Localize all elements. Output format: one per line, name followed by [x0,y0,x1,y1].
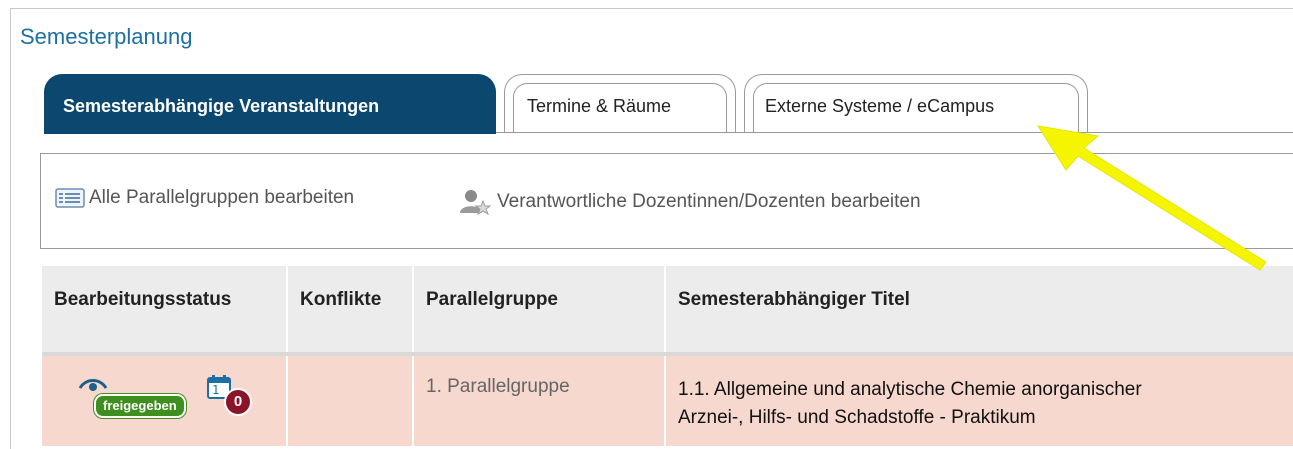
person-star-icon [460,190,492,216]
page-title: Semesterplanung [20,24,193,49]
active-tab-underline [44,132,496,134]
table-header: Bearbeitungsstatus Konflikte Parallelgru… [42,266,1293,358]
column-header-status[interactable]: Bearbeitungsstatus [42,266,288,358]
tab-label: Termine & Räume [527,96,672,116]
tab-semesterabhaengige-veranstaltungen[interactable]: Semesterabhängige Veranstaltungen [44,74,496,134]
tab-externe-systeme[interactable]: Externe Systeme / eCampus [744,74,1088,132]
cell-parallelgruppe: 1. Parallelgruppe [414,356,666,446]
edit-lecturers-label: Verantwortliche Dozentinnen/Dozenten bea… [497,191,921,212]
edit-all-groups-button[interactable]: Alle Parallelgruppen bearbeiten [55,187,354,209]
titel-line-1: 1.1. Allgemeine und analytische Chemie a… [678,379,1142,400]
column-header-titel[interactable]: Semesterabhängiger Titel [666,266,1293,358]
tab-baseline [496,132,1293,133]
cell-konflikte [288,356,414,446]
parallelgruppe-value: 1. Parallelgruppe [426,376,570,397]
calendar-label: 1 [212,383,220,397]
conflict-count-badge: 0 [224,388,252,416]
edit-all-groups-label: Alle Parallelgruppen bearbeiten [89,187,355,208]
eye-icon[interactable] [78,376,108,396]
edit-lecturers-button[interactable]: Verantwortliche Dozentinnen/Dozenten bea… [457,187,921,217]
column-header-konflikte[interactable]: Konflikte [288,266,414,358]
column-header-parallelgruppe[interactable]: Parallelgruppe [414,266,666,358]
toolbar: Alle Parallelgruppen bearbeiten Verantwo… [40,153,1293,249]
tab-label: Semesterabhängige Veranstaltungen [63,96,380,116]
status-badge: freigegeben [94,394,186,418]
tab-termine-raeume[interactable]: Termine & Räume [504,74,736,132]
titel-line-2: Arznei-, Hilfs- und Schadstoffe - Prakti… [678,407,1036,428]
tab-label: Externe Systeme / eCampus [765,96,995,116]
cell-titel: 1.1. Allgemeine und analytische Chemie a… [666,356,1293,446]
list-icon [55,188,85,208]
